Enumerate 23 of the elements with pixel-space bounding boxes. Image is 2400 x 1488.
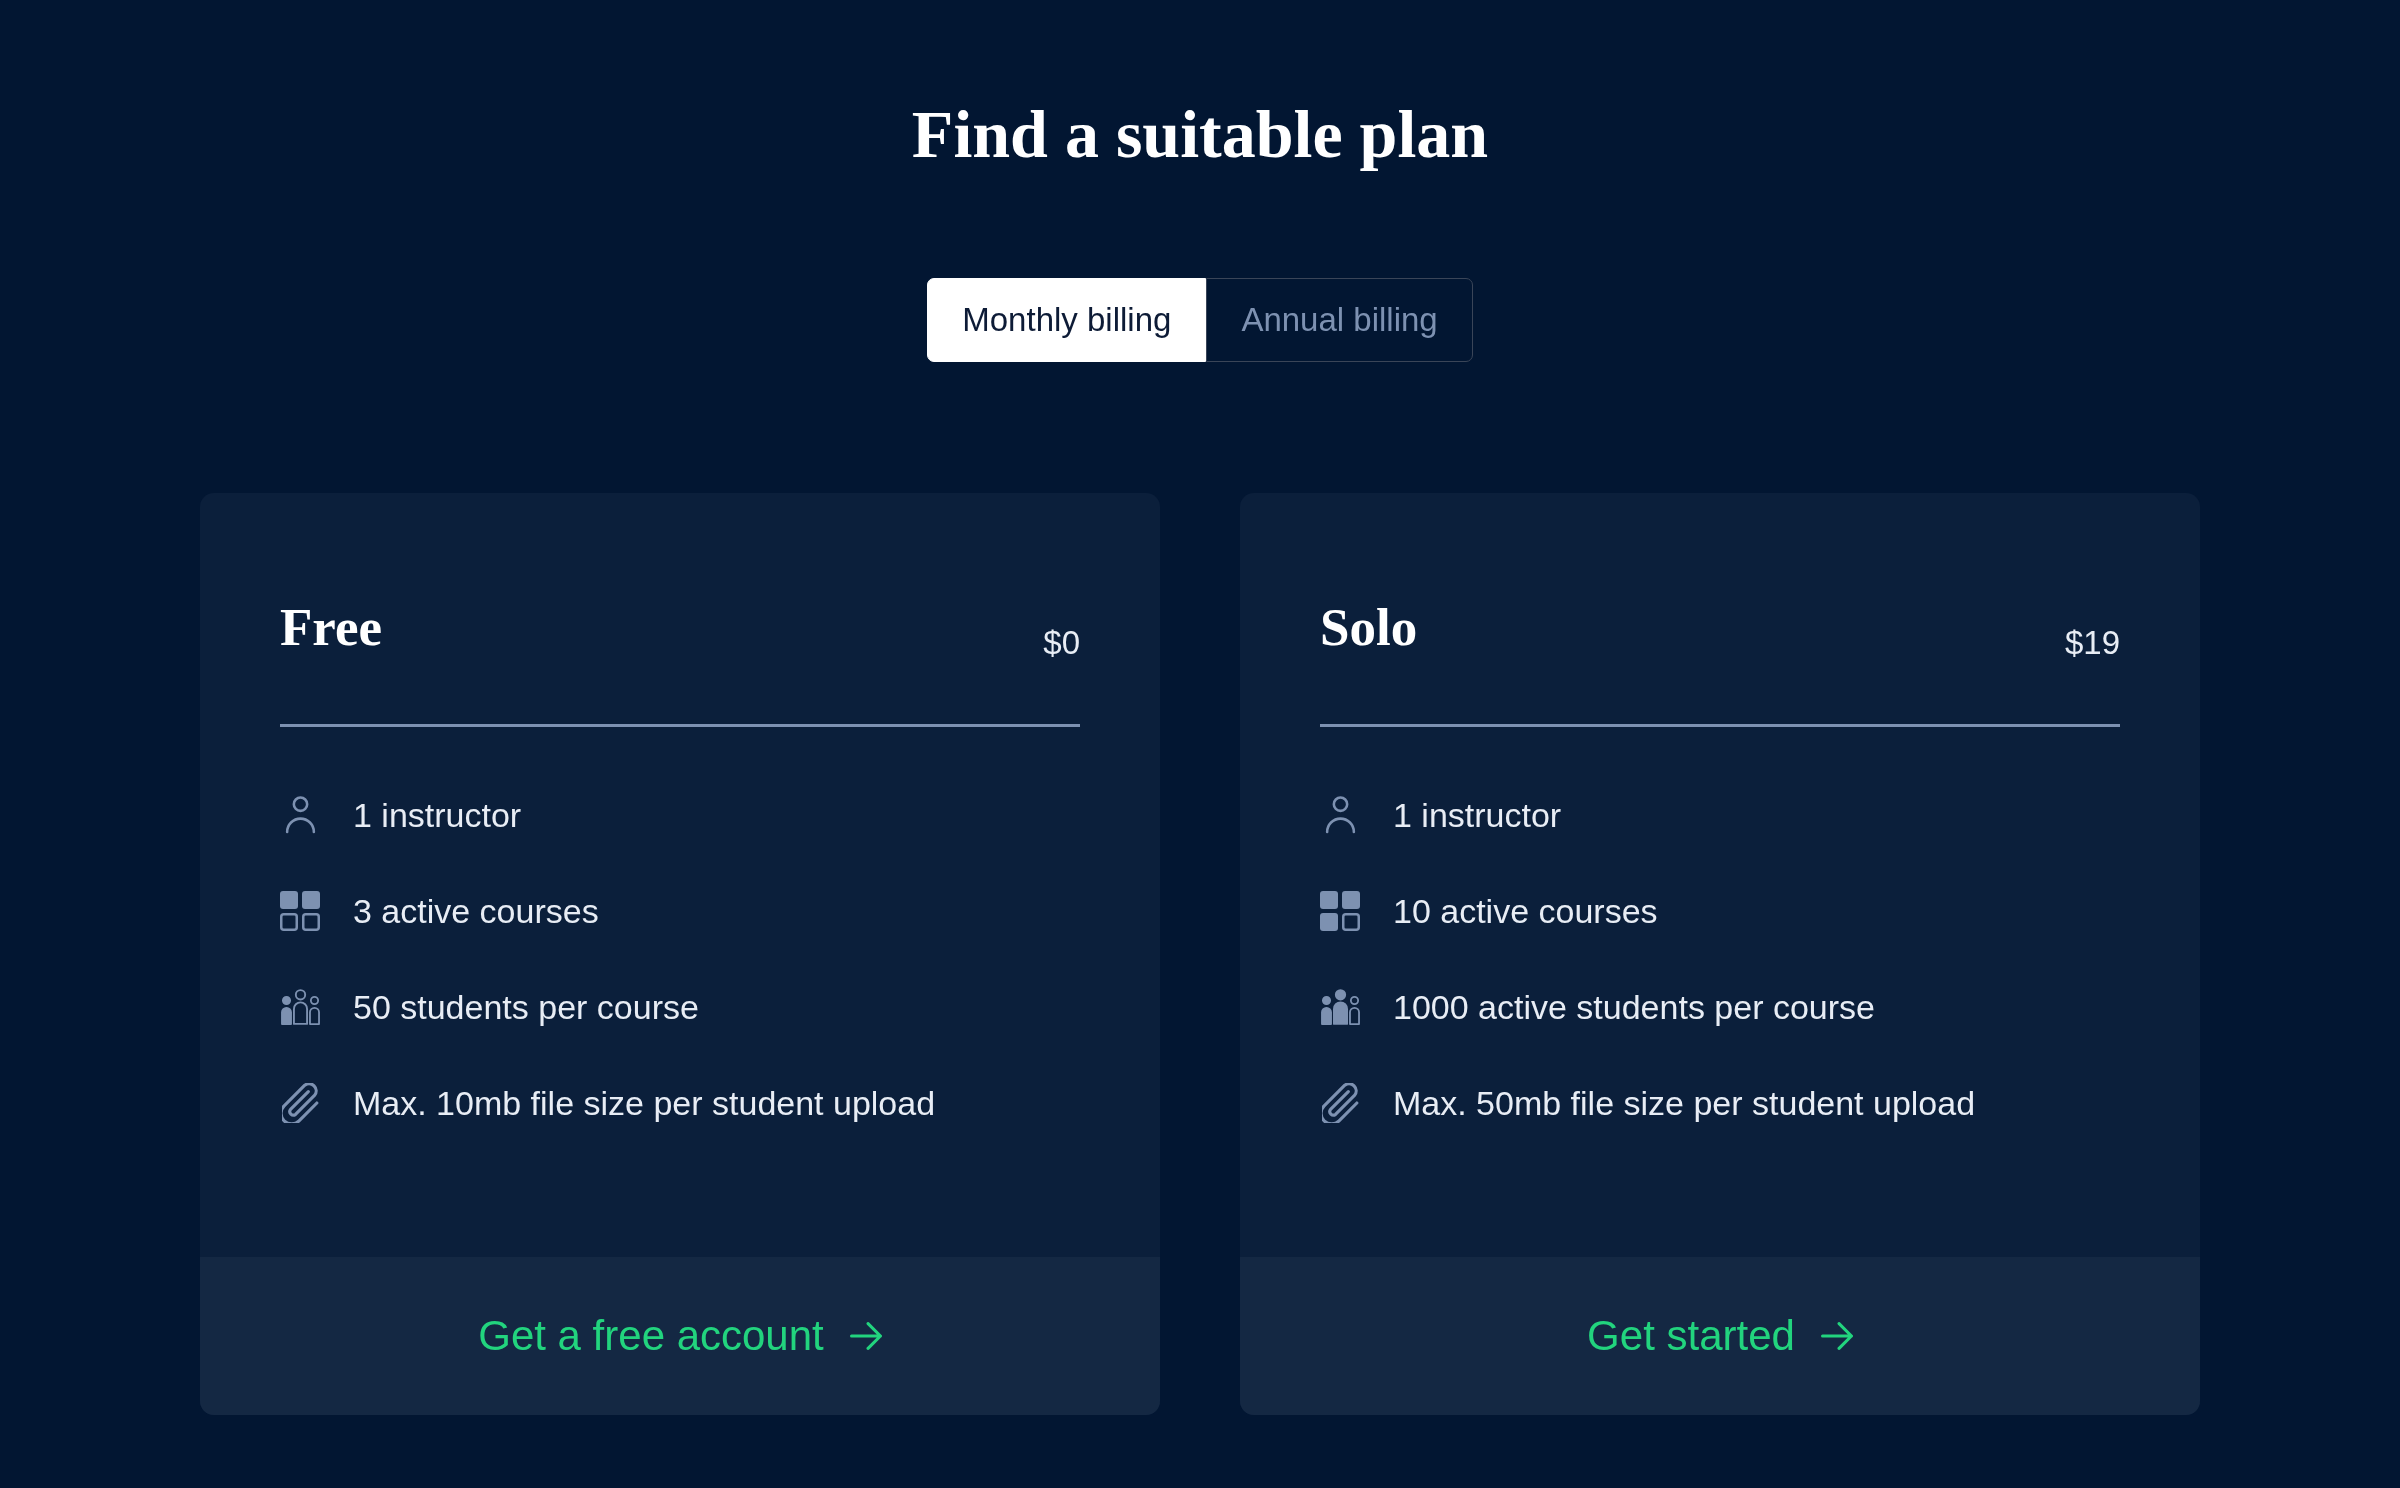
billing-tab[interactable]: Annual billing [1206, 277, 1473, 362]
billing-tab[interactable]: Monthly billing [927, 277, 1207, 362]
arrow-right-icon [849, 1321, 882, 1350]
feature-text: 1 instructor [1393, 794, 1562, 835]
arrow-right-icon [1820, 1321, 1853, 1350]
feature-text: Max. 50mb file size per student upload [1393, 1082, 1976, 1123]
plan-name: Solo [1320, 600, 1418, 654]
page-title: Find a suitable plan [911, 95, 1489, 174]
feature-text: 50 students per course [353, 986, 699, 1027]
plan-price: $19 [2064, 625, 2120, 659]
plan-price: $0 [1043, 625, 1080, 659]
feature-text: 10 active courses [1393, 890, 1658, 931]
paperclip-icon [281, 1082, 319, 1123]
cta-button[interactable]: Get started [1240, 1256, 2200, 1415]
person-icon [284, 795, 316, 834]
plan-name: Free [280, 600, 382, 654]
feature-text: 1000 active students per course [1393, 986, 1875, 1027]
cta-button[interactable]: Get a free account [200, 1256, 1160, 1415]
person-icon [1324, 795, 1356, 834]
feature-text: Max. 10mb file size per student upload [353, 1082, 936, 1123]
paperclip-icon [1321, 1082, 1359, 1123]
feature-text: 1 instructor [353, 794, 522, 835]
feature-text: 3 active courses [353, 890, 599, 931]
